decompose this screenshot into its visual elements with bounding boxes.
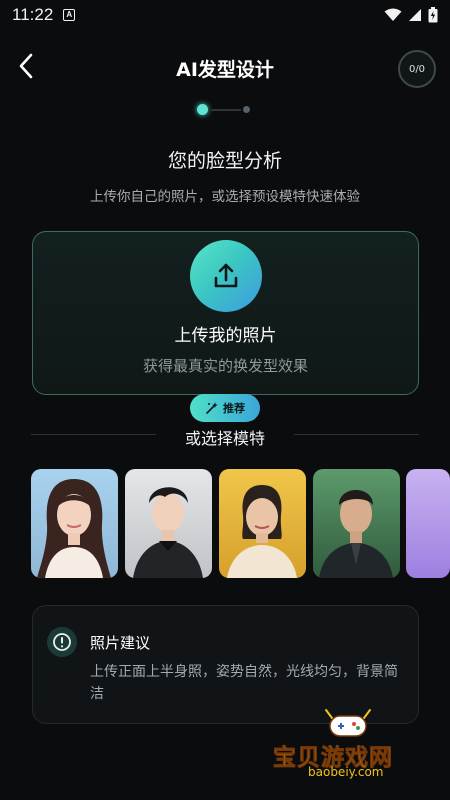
step-dot-inactive	[243, 106, 250, 113]
step-indicator	[197, 104, 257, 116]
model-card-older-man[interactable]	[313, 469, 400, 578]
model-portrait	[133, 487, 203, 578]
section-subtitle: 上传你自己的照片，或选择预设模特快速体验	[90, 189, 360, 205]
upload-button-circle[interactable]	[190, 240, 262, 312]
signal-icon	[409, 9, 421, 21]
usage-counter-badge[interactable]: 0/0	[398, 50, 436, 88]
model-carousel[interactable]	[31, 469, 450, 578]
choose-model-label: 或选择模特	[184, 429, 265, 448]
model-card-young-man[interactable]	[125, 469, 212, 578]
step-connector	[211, 109, 241, 111]
divider-right	[294, 434, 419, 435]
recommend-badge: 推荐	[190, 394, 260, 422]
watermark-url: baobeiy.com	[308, 765, 384, 779]
battery-icon	[428, 7, 438, 23]
sparkle-icon	[206, 402, 218, 414]
site-watermark-logo: 宝贝游戏网 baobeiy.com	[270, 706, 445, 786]
model-card-older-woman[interactable]	[219, 469, 306, 578]
model-card-young-woman[interactable]	[31, 469, 118, 578]
upload-subtitle: 获得最真实的换发型效果	[142, 357, 308, 375]
tips-body: 上传正面上半身照，姿势自然，光线均匀，背景简洁	[90, 664, 398, 702]
notification-badge: A	[63, 9, 76, 21]
wifi-icon	[384, 8, 402, 21]
status-icons	[384, 7, 438, 23]
tips-title: 照片建议	[90, 634, 151, 652]
status-time: 11:22	[12, 5, 54, 24]
status-bar: 11:22 A	[0, 0, 450, 30]
upload-title: 上传我的照片	[174, 326, 277, 346]
step-dot-active	[197, 104, 208, 115]
top-bar: AI发型设计 0/0	[0, 40, 450, 96]
info-icon	[47, 627, 77, 657]
upload-photo-card[interactable]: 上传我的照片 获得最真实的换发型效果	[32, 231, 419, 395]
model-portrait	[227, 485, 297, 578]
model-portrait	[37, 479, 111, 578]
upload-icon	[214, 263, 238, 288]
model-card-partial[interactable]	[406, 469, 450, 578]
section-title: 您的脸型分析	[167, 150, 282, 172]
page-title: AI发型设计	[176, 59, 274, 81]
recommend-badge-label: 推荐	[223, 402, 245, 415]
gamepad-icon	[325, 709, 371, 737]
model-portrait	[319, 490, 393, 578]
